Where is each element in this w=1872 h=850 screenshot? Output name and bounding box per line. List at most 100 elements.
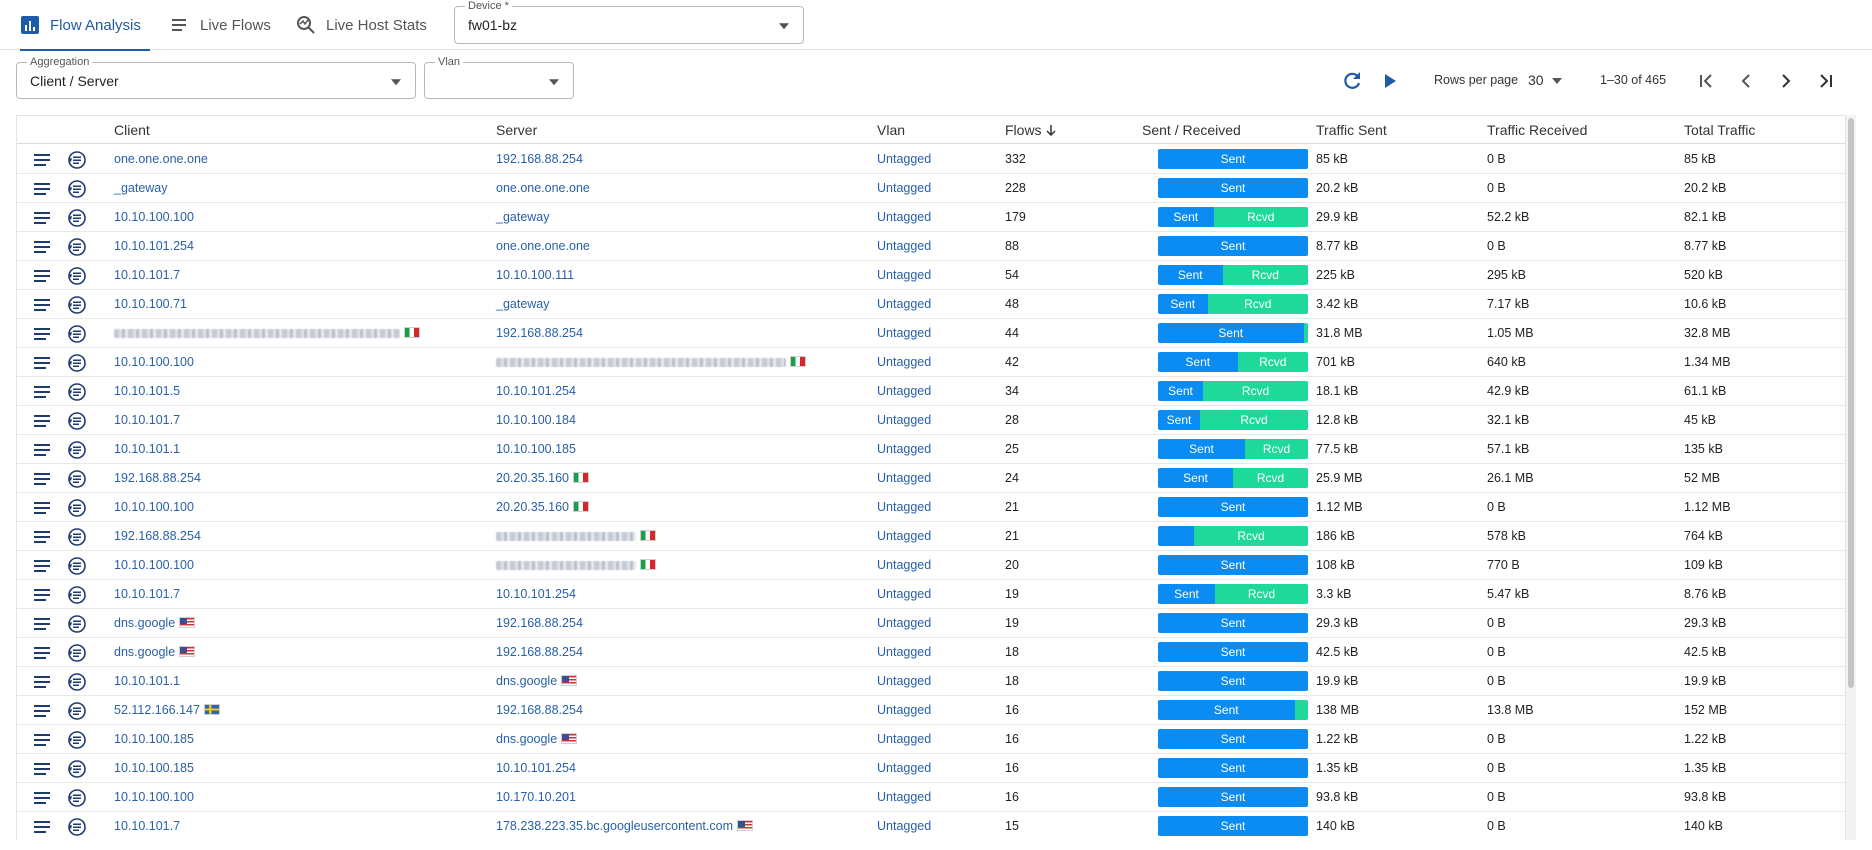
client-link[interactable]: 10.10.100.71 <box>114 297 187 311</box>
client-link[interactable]: 10.10.100.100 <box>114 355 194 369</box>
vlan-link[interactable]: Untagged <box>877 819 931 833</box>
client-link[interactable]: 192.168.88.254 <box>114 529 201 543</box>
server-link[interactable]: 192.168.88.254 <box>496 703 583 717</box>
vlan-link[interactable]: Untagged <box>877 761 931 775</box>
column-header-sent-received[interactable]: Sent / Received <box>1142 122 1241 138</box>
vlan-link[interactable]: Untagged <box>877 413 931 427</box>
server-link[interactable]: 192.168.88.254 <box>496 616 583 630</box>
vlan-link[interactable]: Untagged <box>877 587 931 601</box>
client-link[interactable]: 10.10.101.5 <box>114 384 180 398</box>
details-menu-icon[interactable] <box>33 325 51 343</box>
client-link[interactable]: 10.10.101.7 <box>114 819 180 833</box>
client-link[interactable]: 10.10.100.100 <box>114 210 194 224</box>
client-link[interactable]: 192.168.88.254 <box>114 471 201 485</box>
column-header-traffic-sent[interactable]: Traffic Sent <box>1316 122 1387 138</box>
server-link[interactable]: one.one.one.one <box>496 239 590 253</box>
device-select[interactable]: Device * fw01-bz <box>454 0 804 44</box>
column-header-vlan[interactable]: Vlan <box>877 122 905 138</box>
client-link[interactable]: 10.10.100.100 <box>114 500 194 514</box>
tab-flow-analysis[interactable]: Flow Analysis <box>20 0 150 51</box>
vlan-select[interactable]: Vlan <box>424 55 574 99</box>
client-link[interactable]: 10.10.101.7 <box>114 413 180 427</box>
details-menu-icon[interactable] <box>33 412 51 430</box>
vlan-link[interactable]: Untagged <box>877 703 931 717</box>
aggregation-select[interactable]: Aggregation Client / Server <box>16 55 416 99</box>
client-link[interactable]: 10.10.101.1 <box>114 442 180 456</box>
flow-history-icon[interactable] <box>67 382 87 402</box>
details-menu-icon[interactable] <box>33 644 51 662</box>
flow-history-icon[interactable] <box>67 237 87 257</box>
vlan-link[interactable]: Untagged <box>877 674 931 688</box>
vlan-link[interactable]: Untagged <box>877 529 931 543</box>
client-link[interactable]: one.one.one.one <box>114 152 208 166</box>
vlan-link[interactable]: Untagged <box>877 616 931 630</box>
client-link[interactable]: 10.10.100.100 <box>114 558 194 572</box>
play-icon[interactable] <box>1378 69 1402 93</box>
vlan-link[interactable]: Untagged <box>877 442 931 456</box>
details-menu-icon[interactable] <box>33 354 51 372</box>
details-menu-icon[interactable] <box>33 209 51 227</box>
flow-history-icon[interactable] <box>67 672 87 692</box>
flow-history-icon[interactable] <box>67 266 87 286</box>
details-menu-icon[interactable] <box>33 615 51 633</box>
previous-page-icon[interactable] <box>1734 69 1758 93</box>
server-link[interactable] <box>496 355 806 369</box>
details-menu-icon[interactable] <box>33 151 51 169</box>
server-link[interactable]: 10.10.100.185 <box>496 442 576 456</box>
column-header-server[interactable]: Server <box>496 122 537 138</box>
flow-history-icon[interactable] <box>67 817 87 837</box>
vlan-link[interactable]: Untagged <box>877 152 931 166</box>
server-link[interactable]: 20.20.35.160 <box>496 500 589 514</box>
flow-history-icon[interactable] <box>67 295 87 315</box>
details-menu-icon[interactable] <box>33 760 51 778</box>
server-link[interactable]: one.one.one.one <box>496 181 590 195</box>
vlan-link[interactable]: Untagged <box>877 326 931 340</box>
details-menu-icon[interactable] <box>33 702 51 720</box>
server-link[interactable]: dns.google <box>496 674 578 688</box>
flow-history-icon[interactable] <box>67 788 87 808</box>
flow-history-icon[interactable] <box>67 730 87 750</box>
vlan-link[interactable]: Untagged <box>877 239 931 253</box>
flow-history-icon[interactable] <box>67 527 87 547</box>
details-menu-icon[interactable] <box>33 528 51 546</box>
server-link[interactable]: 20.20.35.160 <box>496 471 589 485</box>
flow-history-icon[interactable] <box>67 150 87 170</box>
client-link[interactable]: dns.google <box>114 616 196 630</box>
client-link[interactable]: 10.10.101.7 <box>114 587 180 601</box>
flow-history-icon[interactable] <box>67 440 87 460</box>
vlan-link[interactable]: Untagged <box>877 790 931 804</box>
server-link[interactable]: 10.10.100.111 <box>496 268 574 282</box>
server-link[interactable]: _gateway <box>496 297 550 311</box>
client-link[interactable]: 10.10.101.1 <box>114 674 180 688</box>
vlan-link[interactable]: Untagged <box>877 558 931 572</box>
refresh-icon[interactable] <box>1340 69 1364 93</box>
flow-history-icon[interactable] <box>67 208 87 228</box>
server-link[interactable]: 10.10.101.254 <box>496 761 576 775</box>
flow-history-icon[interactable] <box>67 701 87 721</box>
server-link[interactable]: 192.168.88.254 <box>496 645 583 659</box>
vlan-link[interactable]: Untagged <box>877 210 931 224</box>
server-link[interactable]: 10.10.101.254 <box>496 384 576 398</box>
details-menu-icon[interactable] <box>33 267 51 285</box>
client-link[interactable]: 10.10.100.185 <box>114 732 194 746</box>
server-link[interactable]: 10.10.101.254 <box>496 587 576 601</box>
vlan-link[interactable]: Untagged <box>877 471 931 485</box>
server-link[interactable]: 178.238.223.35.bc.googleusercontent.com <box>496 819 753 833</box>
vlan-link[interactable]: Untagged <box>877 355 931 369</box>
flow-history-icon[interactable] <box>67 324 87 344</box>
flow-history-icon[interactable] <box>67 179 87 199</box>
flow-history-icon[interactable] <box>67 759 87 779</box>
column-header-total-traffic[interactable]: Total Traffic <box>1684 122 1755 138</box>
flow-history-icon[interactable] <box>67 614 87 634</box>
flow-history-icon[interactable] <box>67 411 87 431</box>
client-link[interactable]: 10.10.101.7 <box>114 268 180 282</box>
vlan-link[interactable]: Untagged <box>877 645 931 659</box>
client-link[interactable]: 10.10.101.254 <box>114 239 194 253</box>
next-page-icon[interactable] <box>1774 69 1798 93</box>
details-menu-icon[interactable] <box>33 731 51 749</box>
server-link[interactable]: dns.google <box>496 732 578 746</box>
client-link[interactable]: 52.112.166.147 <box>114 703 220 717</box>
server-link[interactable]: 10.170.10.201 <box>496 790 576 804</box>
first-page-icon[interactable] <box>1694 69 1718 93</box>
details-menu-icon[interactable] <box>33 789 51 807</box>
